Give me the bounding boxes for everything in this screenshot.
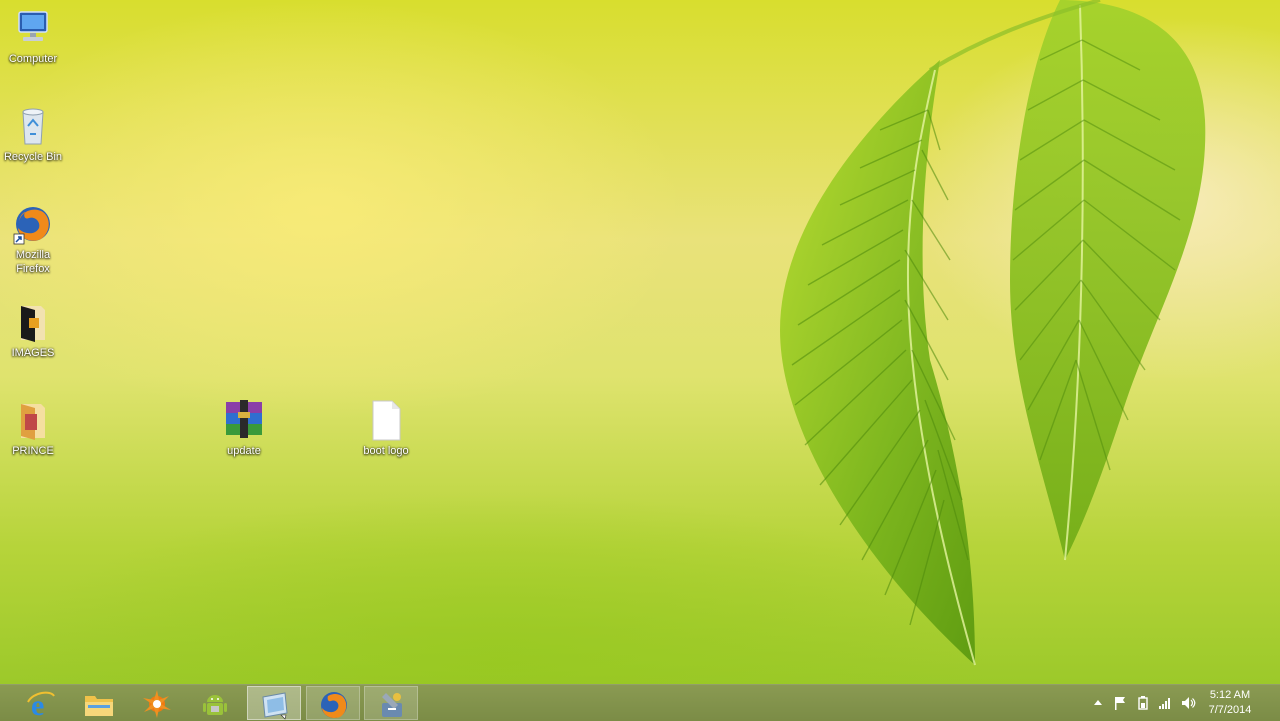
desktop-icon-label: update [227,445,261,457]
taskbar-clock[interactable]: 5:12 AM 7/7/2014 [1200,688,1260,718]
leaf-right [1010,0,1206,561]
volume-icon[interactable] [1180,695,1196,711]
network-signal-icon[interactable] [1157,695,1173,711]
desktop-icon-label: Computer [8,53,58,65]
desktop-icon-recycle-bin[interactable]: Recycle Bin [0,104,69,164]
desktop: Computer Recycle Bin Mozilla Firefox IMA… [0,0,1280,684]
desktop-icon-label: PRINCE [12,445,54,457]
firefox-icon [13,207,50,245]
taskbar-avast-button[interactable] [130,686,184,720]
avast-icon [143,690,171,718]
desktop-icon-update[interactable]: update [208,398,280,458]
taskbar-flash-tool-button[interactable] [364,686,418,720]
desktop-icon-label: Mozilla Firefox [15,249,51,275]
desktop-icon-computer[interactable]: Computer [0,6,69,66]
show-hidden-icons[interactable] [1090,695,1106,711]
taskbar: e 5:12 AM 7/7/2014 [0,684,1280,721]
taskbar-firefox-button[interactable] [306,686,360,720]
taskbar-file-explorer-button[interactable] [72,686,126,720]
power-icon[interactable] [1135,695,1151,711]
desktop-icon-label: Recycle Bin [3,151,63,163]
firefox-icon [321,692,347,718]
clock-date: 7/7/2014 [1208,704,1252,716]
leaf-left [780,60,976,666]
desktop-icon-label: IMAGES [11,347,55,359]
folder-icon [21,306,45,342]
desktop-icon-label: boot logo [363,445,409,457]
action-center-flag-icon[interactable] [1112,695,1128,711]
taskbar-internet-explorer-button[interactable]: e [14,686,68,720]
file-explorer-icon [85,696,113,716]
taskbar-image-viewer-button[interactable] [247,686,301,720]
android-icon [203,695,227,715]
blank-file-icon [372,400,401,441]
desktop-icon-images[interactable]: IMAGES [0,300,69,360]
flash-tool-icon [382,693,402,717]
desktop-icon-prince[interactable]: PRINCE [0,398,69,458]
folder-icon [21,404,45,440]
desktop-icon-mozilla-firefox[interactable]: Mozilla Firefox [0,202,69,276]
wallpaper-leaves [780,0,1206,666]
window-app-icon [262,692,288,720]
computer-icon [18,11,48,41]
recycle-bin-icon [22,108,44,145]
internet-explorer-icon: e [27,689,55,720]
winrar-archive-icon [226,400,262,438]
taskbar-android-tool-button[interactable] [188,686,242,720]
clock-time: 5:12 AM [1209,689,1251,701]
desktop-icon-boot-logo[interactable]: boot logo [350,398,422,458]
